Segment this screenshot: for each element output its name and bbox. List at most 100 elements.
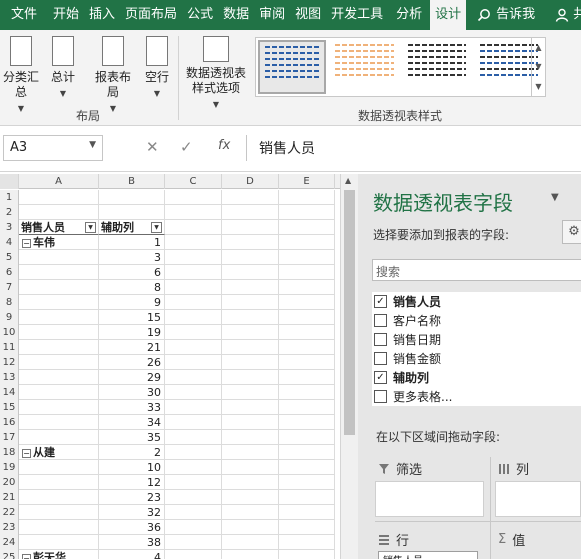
grid-cell[interactable] <box>165 400 222 415</box>
grid-cell[interactable] <box>279 355 335 370</box>
row-header[interactable]: 9 <box>0 310 19 325</box>
tab-file[interactable]: 文件 <box>0 0 48 30</box>
row-header[interactable]: 15 <box>0 400 19 415</box>
grid-cell[interactable] <box>222 430 279 445</box>
grid-cell[interactable] <box>19 325 99 340</box>
grid-cell[interactable] <box>99 190 165 205</box>
grid-cell[interactable] <box>279 385 335 400</box>
row-header[interactable]: 5 <box>0 250 19 265</box>
grid-cell[interactable] <box>279 220 335 235</box>
grid-cell[interactable] <box>222 220 279 235</box>
grid-cell[interactable] <box>19 385 99 400</box>
grid-cell[interactable] <box>222 550 279 559</box>
column-header[interactable]: B <box>99 174 165 189</box>
row-header[interactable]: 21 <box>0 490 19 505</box>
grid-cell[interactable] <box>165 445 222 460</box>
grid-cell[interactable] <box>279 250 335 265</box>
grid-cell[interactable] <box>165 475 222 490</box>
field-checkbox[interactable] <box>374 314 387 327</box>
grid-cell[interactable] <box>19 370 99 385</box>
grid-cell[interactable]: 8 <box>99 280 165 295</box>
grid-cell[interactable] <box>19 355 99 370</box>
grid-cell[interactable] <box>19 400 99 415</box>
grid-cell[interactable] <box>222 475 279 490</box>
collapse-icon[interactable]: − <box>22 553 31 559</box>
grid-cell[interactable] <box>222 295 279 310</box>
grid-cell[interactable] <box>222 325 279 340</box>
tell-me-search[interactable]: 告诉我 <box>472 0 540 30</box>
grid-cell[interactable] <box>19 415 99 430</box>
chevron-down-icon[interactable]: ▼ <box>551 192 559 203</box>
field-item[interactable]: 更多表格... <box>372 387 581 406</box>
row-header[interactable]: 14 <box>0 385 19 400</box>
enter-icon[interactable]: ✓ <box>180 138 193 156</box>
grid-cell[interactable]: 1 <box>99 235 165 250</box>
grid-cell[interactable] <box>19 505 99 520</box>
row-header[interactable]: 16 <box>0 415 19 430</box>
grid-cell[interactable] <box>19 190 99 205</box>
grid-cell[interactable] <box>19 250 99 265</box>
row-header[interactable]: 25 <box>0 550 19 559</box>
grid-cell[interactable] <box>279 205 335 220</box>
columns-drop-area[interactable] <box>495 481 581 517</box>
pivot-style-thumbnail[interactable] <box>258 40 327 94</box>
row-header[interactable]: 23 <box>0 520 19 535</box>
pivot-style-thumbnail[interactable] <box>330 40 398 94</box>
grid-cell[interactable] <box>279 340 335 355</box>
grid-cell[interactable] <box>165 370 222 385</box>
report-layout-button[interactable]: 报表布局 ▼ <box>92 36 134 116</box>
grid-cell[interactable] <box>279 295 335 310</box>
grid-cell[interactable] <box>222 235 279 250</box>
grid-cell[interactable] <box>279 310 335 325</box>
grid-cell[interactable] <box>165 235 222 250</box>
grid-cell[interactable] <box>165 550 222 559</box>
grid-cell[interactable] <box>279 430 335 445</box>
row-header[interactable]: 13 <box>0 370 19 385</box>
grid-cell[interactable] <box>279 475 335 490</box>
grid-cell[interactable] <box>19 520 99 535</box>
grid-cell[interactable]: 32 <box>99 505 165 520</box>
grid-cell[interactable] <box>222 520 279 535</box>
tab-data[interactable]: 数据 <box>218 0 254 30</box>
field-item[interactable]: 销售日期 <box>372 330 581 349</box>
grand-totals-button[interactable]: 总计 ▼ <box>46 36 80 101</box>
grid-cell[interactable]: 30 <box>99 385 165 400</box>
grid-cell[interactable] <box>222 310 279 325</box>
grid-cell[interactable] <box>222 415 279 430</box>
formula-input[interactable]: 销售人员 <box>246 135 581 161</box>
tab-analyze[interactable]: 分析 <box>388 0 430 30</box>
grid-cell[interactable] <box>279 325 335 340</box>
grid-cell[interactable]: 26 <box>99 355 165 370</box>
subtotals-button[interactable]: 分类汇总 ▼ <box>2 36 40 116</box>
grid-cell[interactable] <box>279 535 335 550</box>
row-header[interactable]: 7 <box>0 280 19 295</box>
row-field-chip[interactable]: 销售人员 <box>378 551 478 559</box>
row-header[interactable]: 18 <box>0 445 19 460</box>
grid-cell[interactable] <box>222 190 279 205</box>
tab-design[interactable]: 设计 <box>430 0 467 30</box>
grid-cell[interactable] <box>279 550 335 559</box>
grid-cell[interactable]: 10 <box>99 460 165 475</box>
collapse-icon[interactable]: − <box>22 238 31 248</box>
grid-cell[interactable] <box>279 460 335 475</box>
grid-cell[interactable]: 9 <box>99 295 165 310</box>
grid-cell[interactable]: 34 <box>99 415 165 430</box>
grid-cell[interactable] <box>19 205 99 220</box>
tab-page-layout[interactable]: 页面布局 <box>120 0 182 30</box>
row-header[interactable]: 11 <box>0 340 19 355</box>
grid-cell[interactable] <box>279 280 335 295</box>
grid-cell[interactable] <box>222 340 279 355</box>
grid-cell[interactable] <box>279 235 335 250</box>
grid-cell[interactable] <box>279 415 335 430</box>
grid-cell[interactable] <box>279 265 335 280</box>
grid-cell[interactable] <box>165 385 222 400</box>
grid-cell[interactable] <box>279 190 335 205</box>
column-header[interactable]: A <box>19 174 99 189</box>
row-header[interactable]: 17 <box>0 430 19 445</box>
scroll-up-icon[interactable]: ▲ <box>535 43 541 52</box>
grid-cell[interactable] <box>165 265 222 280</box>
blank-rows-button[interactable]: 空行 ▼ <box>140 36 174 101</box>
grid-cell[interactable] <box>222 460 279 475</box>
select-all-corner[interactable] <box>0 174 19 189</box>
field-checkbox[interactable] <box>374 333 387 346</box>
